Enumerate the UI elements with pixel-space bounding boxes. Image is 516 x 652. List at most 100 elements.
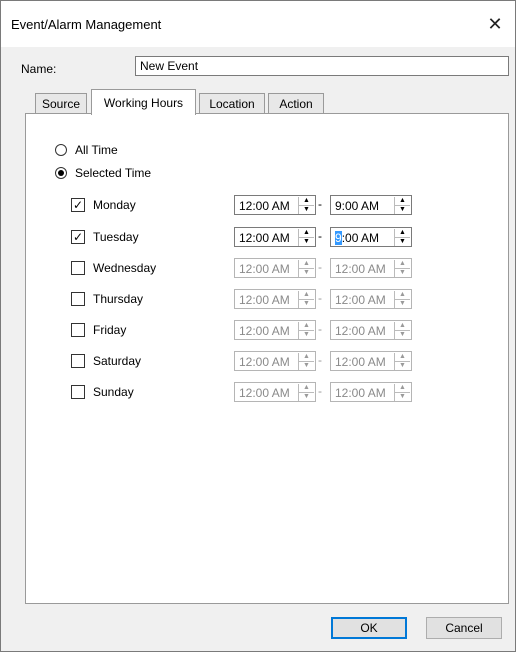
- spinner-buttons: ▲ ▼: [298, 260, 314, 277]
- start-time-spinner[interactable]: 12:00 AM ▲ ▼: [234, 289, 316, 309]
- end-time-spinner-value[interactable]: 12:00 AM: [335, 293, 386, 307]
- tab-action[interactable]: Action: [268, 93, 324, 113]
- tab-location[interactable]: Location: [199, 93, 265, 113]
- start-time-spinner-value[interactable]: 12:00 AM: [239, 262, 290, 276]
- end-time-spinner-value[interactable]: 9:00 AM: [335, 199, 379, 213]
- time-separator: -: [318, 260, 322, 274]
- start-time-spinner-value[interactable]: 12:00 AM: [239, 324, 290, 338]
- spinner-buttons: ▲ ▼: [394, 291, 410, 308]
- start-time-spinner[interactable]: 12:00 AM ▲ ▼: [234, 382, 316, 402]
- spin-up-icon[interactable]: ▲: [298, 260, 314, 269]
- day-row-friday: Friday 12:00 AM ▲ ▼ -12:00 AM ▲ ▼: [71, 320, 431, 342]
- spin-down-icon[interactable]: ▼: [394, 393, 410, 401]
- spin-up-icon[interactable]: ▲: [394, 322, 410, 331]
- end-time-spinner-value[interactable]: 9:00 AM: [335, 231, 379, 245]
- end-time-spinner[interactable]: 12:00 AM ▲ ▼: [330, 382, 412, 402]
- time-separator: -: [318, 384, 322, 398]
- day-row-monday: ✓ Monday 12:00 AM ▲ ▼ -9:00 AM ▲ ▼: [71, 195, 431, 217]
- selected-hour: 9: [335, 231, 342, 245]
- spin-down-icon[interactable]: ▼: [298, 206, 314, 214]
- day-checkbox[interactable]: [71, 354, 85, 368]
- spin-up-icon[interactable]: ▲: [394, 353, 410, 362]
- spin-up-icon[interactable]: ▲: [298, 322, 314, 331]
- spin-down-icon[interactable]: ▼: [394, 300, 410, 308]
- name-input[interactable]: [135, 56, 509, 76]
- tab-source[interactable]: Source: [35, 93, 87, 113]
- spin-up-icon[interactable]: ▲: [298, 197, 314, 206]
- day-checkbox[interactable]: [71, 292, 85, 306]
- spinner-buttons: ▲ ▼: [394, 353, 410, 370]
- spinner-buttons: ▲ ▼: [394, 322, 410, 339]
- spin-up-icon[interactable]: ▲: [298, 384, 314, 393]
- day-checkbox[interactable]: ✓: [71, 198, 85, 212]
- start-time-spinner-value[interactable]: 12:00 AM: [239, 231, 290, 245]
- end-time-spinner-value[interactable]: 12:00 AM: [335, 355, 386, 369]
- day-checkbox[interactable]: [71, 385, 85, 399]
- spin-down-icon[interactable]: ▼: [298, 331, 314, 339]
- start-time-spinner[interactable]: 12:00 AM ▲ ▼: [234, 227, 316, 247]
- spin-up-icon[interactable]: ▲: [298, 229, 314, 238]
- end-time-spinner[interactable]: 12:00 AM ▲ ▼: [330, 351, 412, 371]
- spin-up-icon[interactable]: ▲: [298, 291, 314, 300]
- start-time-spinner[interactable]: 12:00 AM ▲ ▼: [234, 195, 316, 215]
- day-label: Tuesday: [93, 230, 139, 244]
- end-time-spinner-value[interactable]: 12:00 AM: [335, 324, 386, 338]
- day-label: Wednesday: [93, 261, 157, 275]
- start-time-spinner[interactable]: 12:00 AM ▲ ▼: [234, 351, 316, 371]
- spin-up-icon[interactable]: ▲: [394, 229, 410, 238]
- spin-down-icon[interactable]: ▼: [298, 238, 314, 246]
- end-time-spinner[interactable]: 12:00 AM ▲ ▼: [330, 320, 412, 340]
- tab-working-hours[interactable]: Working Hours: [91, 89, 196, 115]
- end-time-spinner[interactable]: 12:00 AM ▲ ▼: [330, 258, 412, 278]
- spin-down-icon[interactable]: ▼: [394, 238, 410, 246]
- day-label: Monday: [93, 198, 136, 212]
- day-row-tuesday: ✓ Tuesday 12:00 AM ▲ ▼ -9:00 AM ▲ ▼: [71, 227, 431, 249]
- selected-time-label: Selected Time: [75, 166, 152, 180]
- day-label: Sunday: [93, 385, 134, 399]
- spin-down-icon[interactable]: ▼: [394, 331, 410, 339]
- day-checkbox[interactable]: [71, 323, 85, 337]
- spin-down-icon[interactable]: ▼: [298, 393, 314, 401]
- spin-down-icon[interactable]: ▼: [394, 269, 410, 277]
- day-row-sunday: Sunday 12:00 AM ▲ ▼ -12:00 AM ▲ ▼: [71, 382, 431, 404]
- spin-up-icon[interactable]: ▲: [394, 384, 410, 393]
- time-separator: -: [318, 291, 322, 305]
- end-time-spinner[interactable]: 12:00 AM ▲ ▼: [330, 289, 412, 309]
- spin-up-icon[interactable]: ▲: [394, 197, 410, 206]
- radio-indicator[interactable]: [55, 167, 67, 179]
- day-checkbox[interactable]: ✓: [71, 230, 85, 244]
- cancel-button[interactable]: Cancel: [426, 617, 502, 639]
- spin-down-icon[interactable]: ▼: [298, 300, 314, 308]
- close-button[interactable]: ✕: [475, 5, 515, 43]
- spin-down-icon[interactable]: ▼: [394, 206, 410, 214]
- selected-time-radio[interactable]: Selected Time: [55, 166, 151, 180]
- day-checkbox[interactable]: [71, 261, 85, 275]
- spinner-buttons: ▲ ▼: [298, 353, 314, 370]
- all-time-radio[interactable]: All Time: [55, 143, 118, 157]
- spin-down-icon[interactable]: ▼: [394, 362, 410, 370]
- day-row-thursday: Thursday 12:00 AM ▲ ▼ -12:00 AM ▲ ▼: [71, 289, 431, 311]
- spinner-buttons: ▲ ▼: [394, 197, 410, 214]
- day-label: Saturday: [93, 354, 142, 368]
- start-time-spinner-value[interactable]: 12:00 AM: [239, 355, 290, 369]
- title-bar[interactable]: Event/Alarm Management ✕: [1, 1, 515, 47]
- day-row-wednesday: Wednesday 12:00 AM ▲ ▼ -12:00 AM ▲ ▼: [71, 258, 431, 280]
- all-time-label: All Time: [75, 143, 118, 157]
- radio-indicator[interactable]: [55, 144, 67, 156]
- spin-up-icon[interactable]: ▲: [394, 291, 410, 300]
- start-time-spinner-value[interactable]: 12:00 AM: [239, 293, 290, 307]
- start-time-spinner-value[interactable]: 12:00 AM: [239, 199, 290, 213]
- start-time-spinner-value[interactable]: 12:00 AM: [239, 386, 290, 400]
- spin-down-icon[interactable]: ▼: [298, 269, 314, 277]
- ok-button[interactable]: OK: [331, 617, 407, 639]
- spin-down-icon[interactable]: ▼: [298, 362, 314, 370]
- close-icon: ✕: [487, 13, 503, 34]
- spin-up-icon[interactable]: ▲: [394, 260, 410, 269]
- spin-up-icon[interactable]: ▲: [298, 353, 314, 362]
- end-time-spinner[interactable]: 9:00 AM ▲ ▼: [330, 227, 412, 247]
- start-time-spinner[interactable]: 12:00 AM ▲ ▼: [234, 320, 316, 340]
- start-time-spinner[interactable]: 12:00 AM ▲ ▼: [234, 258, 316, 278]
- end-time-spinner-value[interactable]: 12:00 AM: [335, 262, 386, 276]
- end-time-spinner[interactable]: 9:00 AM ▲ ▼: [330, 195, 412, 215]
- end-time-spinner-value[interactable]: 12:00 AM: [335, 386, 386, 400]
